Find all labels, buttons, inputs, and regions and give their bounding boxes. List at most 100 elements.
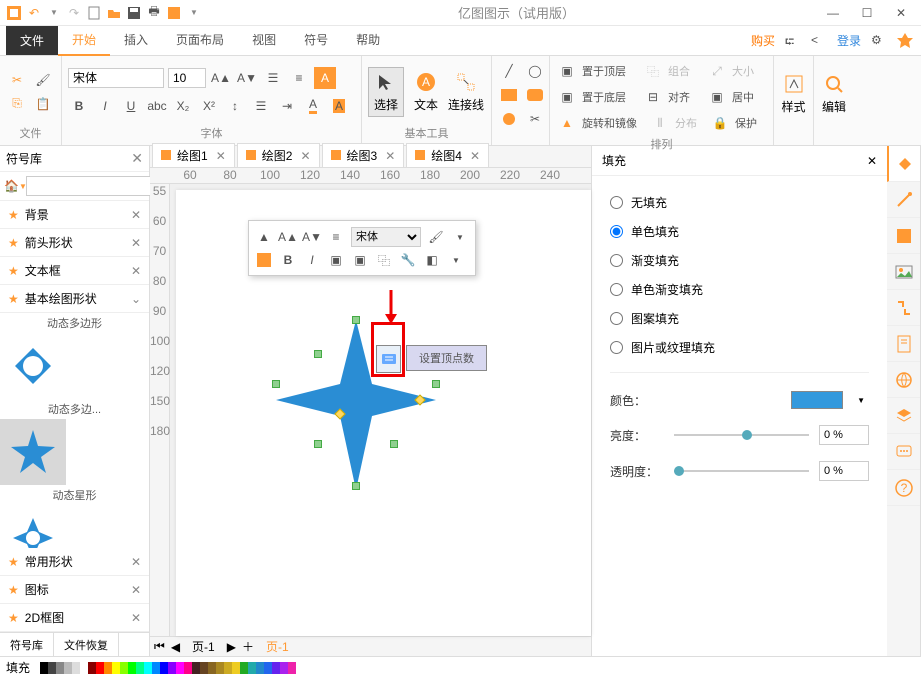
mt-pointer-icon[interactable]: ▲ xyxy=(255,228,273,246)
doc-tab-2[interactable]: 绘图2✕ xyxy=(237,143,320,167)
underline-icon[interactable]: U xyxy=(120,95,142,117)
pt-first-icon[interactable]: ⏮ xyxy=(154,639,165,654)
shape-polygon[interactable] xyxy=(0,333,66,399)
tt-page-icon[interactable] xyxy=(887,326,920,362)
pt-page1[interactable]: 页-1 xyxy=(186,636,221,657)
maximize-button[interactable]: ☐ xyxy=(859,6,875,20)
toback-icon[interactable]: ▣ xyxy=(556,86,578,108)
close-button[interactable]: ✕ xyxy=(893,6,909,20)
tt-picture-icon[interactable] xyxy=(887,254,920,290)
bgcolor-icon[interactable]: A xyxy=(328,95,350,117)
fill-opt-gradient[interactable]: 渐变填充 xyxy=(610,246,869,275)
circle-shape[interactable] xyxy=(498,108,520,130)
new-icon[interactable] xyxy=(86,5,102,21)
tt-fill-icon[interactable] xyxy=(887,146,920,182)
cat-icons[interactable]: ★图标✕ xyxy=(0,576,149,604)
fill-close-icon[interactable]: ✕ xyxy=(867,154,877,168)
undo-icon[interactable]: ↶ xyxy=(26,5,42,21)
vertex-handle[interactable] xyxy=(376,345,401,373)
mt-layer1-icon[interactable]: ▣ xyxy=(327,251,345,269)
copy-icon[interactable]: ⎘ xyxy=(6,93,28,115)
mt-brush-icon[interactable]: 🖌 xyxy=(427,228,445,246)
italic-icon[interactable]: I xyxy=(94,95,116,117)
decrease-font-icon[interactable]: A▼ xyxy=(236,67,258,89)
tt-help-icon[interactable]: ? xyxy=(887,470,920,506)
export-icon[interactable]: < xyxy=(811,33,827,49)
mt-tool-icon[interactable]: 🔧 xyxy=(399,251,417,269)
shape-star-selected[interactable] xyxy=(0,419,66,485)
fill-opt-picture[interactable]: 图片或纹理填充 xyxy=(610,333,869,362)
pt-prev-icon[interactable]: ◀ xyxy=(171,640,180,654)
mt-fontinc-icon[interactable]: A▲ xyxy=(279,228,297,246)
mt-font-select[interactable]: 宋体 xyxy=(351,227,421,247)
tab-help[interactable]: 帮助 xyxy=(342,25,394,56)
login-link[interactable]: 登录 xyxy=(837,32,861,49)
scissors-icon[interactable]: ✂ xyxy=(6,69,28,91)
mt-layer2-icon[interactable]: ▣ xyxy=(351,251,369,269)
tab-insert[interactable]: 插入 xyxy=(110,25,162,56)
share-icon[interactable]: ⮓ xyxy=(785,33,801,49)
lock-icon[interactable]: 🔒 xyxy=(709,112,731,134)
font-name-input[interactable] xyxy=(68,68,164,88)
transparency-slider[interactable] xyxy=(674,470,809,472)
bold-icon[interactable]: B xyxy=(68,95,90,117)
doc-tab-1[interactable]: 绘图1✕ xyxy=(152,143,235,167)
distribute-icon[interactable]: ⦀ xyxy=(649,112,671,134)
bullets-icon[interactable]: ☰ xyxy=(262,67,284,89)
fill-opt-solidgrad[interactable]: 单色渐变填充 xyxy=(610,275,869,304)
minimize-button[interactable]: — xyxy=(825,6,841,20)
fill-opt-pattern[interactable]: 图案填充 xyxy=(610,304,869,333)
file-menu[interactable]: 文件 xyxy=(6,26,58,55)
mt-bold-icon[interactable]: B xyxy=(279,251,297,269)
tab-symbol[interactable]: 符号 xyxy=(290,25,342,56)
cat-2dframe[interactable]: ★2D框图✕ xyxy=(0,604,149,632)
tt-shadow-icon[interactable] xyxy=(887,218,920,254)
style-button[interactable]: 样式 xyxy=(780,69,807,119)
spacing-icon[interactable]: ↕ xyxy=(224,95,246,117)
color-swatch[interactable] xyxy=(791,391,843,409)
panel-close-icon[interactable]: ✕ xyxy=(131,150,143,167)
crop-icon[interactable]: ✂ xyxy=(524,108,546,130)
doc-tab-4[interactable]: 绘图4✕ xyxy=(406,143,489,167)
centerpage-icon[interactable]: ▣ xyxy=(706,86,728,108)
save-icon[interactable] xyxy=(126,5,142,21)
transparency-value[interactable]: 0 % xyxy=(819,461,869,481)
mt-theme-icon[interactable]: ◧ xyxy=(423,251,441,269)
home-icon[interactable]: 🏠▼ xyxy=(4,176,24,196)
align2-icon[interactable]: ⊟ xyxy=(642,86,664,108)
mt-fontdec-icon[interactable]: A▼ xyxy=(303,228,321,246)
print-icon[interactable]: 🖶 xyxy=(146,5,162,21)
rrect-shape[interactable] xyxy=(524,84,546,106)
rotate-icon[interactable]: ▲ xyxy=(556,112,578,134)
pt-page1b[interactable]: 页-1 xyxy=(260,636,295,657)
cat-common[interactable]: ★常用形状✕ xyxy=(0,548,149,576)
tt-layers-icon[interactable] xyxy=(887,398,920,434)
color-palette[interactable] xyxy=(40,662,296,674)
brush-icon[interactable]: 🖌 xyxy=(32,69,54,91)
mt-group-icon[interactable]: ⿻ xyxy=(375,251,393,269)
mt-more-icon[interactable]: ▼ xyxy=(451,228,469,246)
dropdown-icon[interactable]: ▼ xyxy=(46,5,62,21)
cat-arrows[interactable]: ★箭头形状✕ xyxy=(0,229,149,257)
tofront-icon[interactable]: ▣ xyxy=(556,60,578,82)
cat-background[interactable]: ★背景✕ xyxy=(0,201,149,229)
fill-opt-none[interactable]: 无填充 xyxy=(610,188,869,217)
mt-align-icon[interactable]: ≡ xyxy=(327,228,345,246)
mt-fill-icon[interactable] xyxy=(255,251,273,269)
buy-link[interactable]: 购买 xyxy=(751,32,775,49)
brightness-slider[interactable] xyxy=(674,434,809,436)
superscript-icon[interactable]: X² xyxy=(198,95,220,117)
cat-textbox[interactable]: ★文本框✕ xyxy=(0,257,149,285)
tab-layout[interactable]: 页面布局 xyxy=(162,25,238,56)
oval-shape[interactable]: ◯ xyxy=(524,60,546,82)
tab-view[interactable]: 视图 xyxy=(238,25,290,56)
increase-font-icon[interactable]: A▲ xyxy=(210,67,232,89)
text-tool[interactable]: A文本 xyxy=(408,67,444,117)
pt-next-icon[interactable]: ▶ xyxy=(227,640,236,654)
select-tool[interactable]: 选择 xyxy=(368,67,404,117)
tt-globe-icon[interactable] xyxy=(887,362,920,398)
size-icon[interactable]: ⤢ xyxy=(706,60,728,82)
qat-more-icon[interactable]: ▼ xyxy=(186,5,202,21)
settings-icon[interactable]: ⚙ xyxy=(871,33,887,49)
tt-comment-icon[interactable] xyxy=(887,434,920,470)
